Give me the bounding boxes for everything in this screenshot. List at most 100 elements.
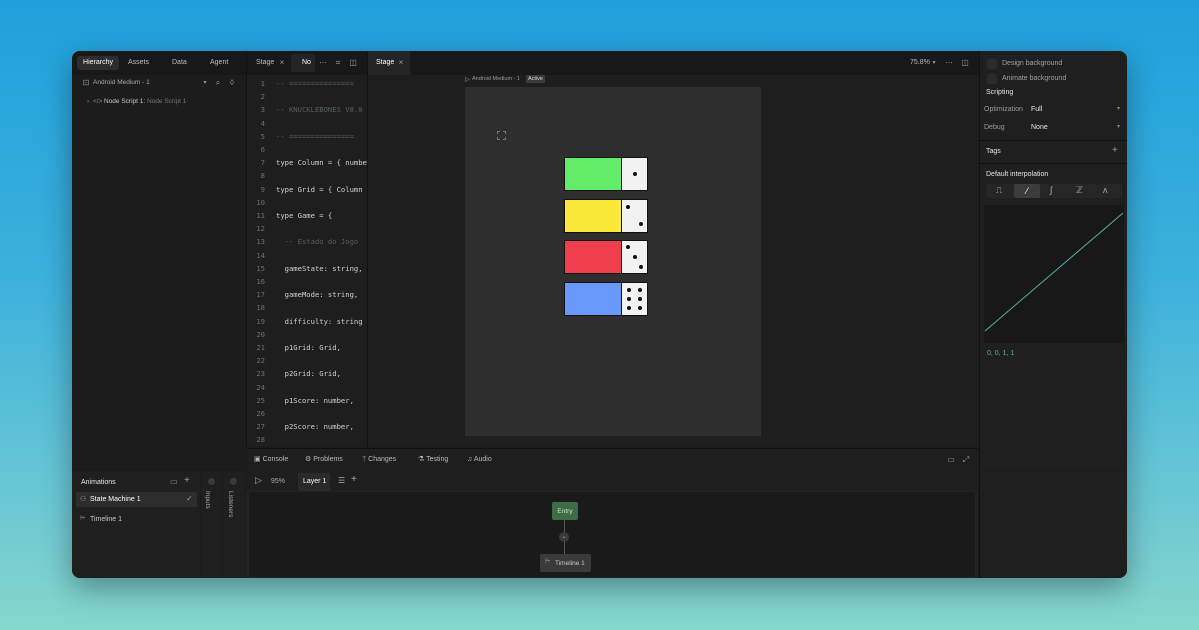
animate-background-row[interactable]: Animate background [987, 73, 1127, 85]
more-icon[interactable]: ⋯ [318, 58, 328, 68]
die-face [621, 282, 647, 315]
split-view-icon[interactable]: ◫ [348, 58, 358, 68]
cubic-interp-icon[interactable]: ∫ [1050, 185, 1052, 195]
line-text: -- Estado do Jogo [276, 237, 359, 247]
code-line: 25 p1Score: number, [247, 396, 367, 409]
animate-background-label: Animate background [1002, 75, 1067, 82]
add-icon[interactable]: + [184, 475, 190, 486]
code-line: 27 p2Score: number, [247, 422, 367, 435]
curve-editor[interactable] [984, 205, 1124, 343]
zoom-level[interactable]: 75.8% [910, 59, 930, 66]
artboard[interactable] [465, 87, 761, 436]
artboard-row[interactable]: ⊡ Android Medium - 1 ▾ ⌕ ◊ [72, 76, 246, 90]
line-number: 13 [256, 237, 265, 247]
add-tag-icon[interactable]: + [1112, 145, 1118, 156]
domino-card[interactable] [564, 157, 648, 191]
divider [980, 163, 1127, 164]
list-item-timeline[interactable]: ⌲ Timeline 1 [76, 513, 197, 527]
line-number: 1 [260, 79, 265, 88]
transition-arrow-icon[interactable]: ⌄ [559, 532, 569, 542]
optimization-select[interactable]: Full ▾ [1030, 104, 1122, 116]
tab-data[interactable]: Data [172, 51, 187, 75]
line-number: 6 [260, 145, 265, 154]
domino-card[interactable] [564, 198, 648, 233]
tab-node-script[interactable]: No [291, 54, 315, 72]
list-item-state-machine[interactable]: ⚇ State Machine 1 ✓ [76, 492, 197, 507]
die-pip [626, 204, 630, 209]
die-pip [639, 265, 643, 269]
close-icon[interactable]: × [396, 58, 406, 68]
collapse-icon[interactable] [208, 478, 215, 485]
tab-layer-1[interactable]: Layer 1 [298, 473, 330, 491]
folder-icon[interactable]: ▭ [170, 477, 178, 486]
domino-card[interactable] [564, 240, 648, 274]
line-number: 12 [256, 224, 265, 234]
listeners-panel[interactable]: Listeners [223, 471, 245, 578]
tag-icon[interactable]: ◊ [227, 78, 237, 88]
linear-interp-icon[interactable]: ⁄ [1014, 184, 1040, 198]
tab-agent[interactable]: Agent [210, 51, 228, 75]
timeline-node-icon: ⌲ [545, 558, 551, 565]
code-line: 3 -- KNUCKLEBONES V8.0 [247, 105, 367, 118]
tab-stage[interactable]: Stage × [368, 51, 410, 75]
tab-audio[interactable]: ♫ Audio [467, 449, 492, 471]
domino-card[interactable] [564, 281, 648, 316]
tab-changes[interactable]: ᛘ Changes [362, 449, 396, 471]
line-text: p1Grid: Grid, [276, 343, 341, 352]
design-background-row[interactable]: Design background [987, 58, 1127, 70]
tab-hierarchy[interactable]: Hierarchy [77, 56, 119, 70]
add-layer-icon[interactable]: + [351, 474, 357, 485]
tab-testing[interactable]: ⚗ Testing [418, 449, 448, 471]
tab-console[interactable]: ▣ Console [254, 449, 288, 471]
hold-interp-icon[interactable]: ⎍ [996, 185, 1002, 196]
line-number: 19 [256, 316, 265, 326]
stage-tab-bar: Stage × 75.8% ▾ ⋯ ◫ [368, 51, 979, 75]
code-editor[interactable]: 1 -- =============== 2 3 -- KNUCKLEBONES V8.… [247, 79, 367, 447]
inputs-panel[interactable]: Inputs [201, 471, 222, 578]
expand-icon[interactable]: ⤢ [961, 455, 971, 465]
code-line: 10 [247, 198, 367, 211]
code-line: 26 [247, 409, 367, 422]
elastic-interp-icon[interactable]: ℤ [1076, 185, 1083, 196]
timeline-node[interactable]: ⌲ Timeline 1 [540, 554, 591, 572]
line-number: 11 [256, 211, 265, 220]
more-icon[interactable]: ⋯ [944, 58, 954, 68]
layers-menu-icon[interactable]: ☰ [338, 476, 345, 485]
search-icon[interactable]: ⌕ [213, 78, 223, 88]
close-icon[interactable]: × [277, 58, 287, 68]
code-line: 13 -- Estado do Jogo [247, 237, 367, 250]
tab-node-script-label: No [302, 59, 311, 66]
collapse-icon[interactable] [230, 478, 237, 485]
code-line: 14 [247, 251, 367, 264]
state-machine-editor: ▷ 95% Layer 1 ☰ + Entry ⌄ ⌲ Timeline 1 [246, 471, 978, 578]
debug-select[interactable]: None ▾ [1030, 122, 1122, 134]
graph-zoom[interactable]: 95% [271, 478, 285, 485]
timeline-node-label: Timeline 1 [555, 560, 585, 567]
interpolation-buttons: ⎍ ⁄ ∫ ℤ ʌ [986, 184, 1122, 198]
tab-problems[interactable]: ⚙ Problems [305, 449, 343, 471]
audio-icon: ♫ [467, 456, 474, 463]
die-pip [627, 296, 631, 301]
play-icon[interactable]: ▷ [465, 76, 470, 83]
chevron-down-icon[interactable]: ▾ [929, 58, 939, 68]
checkbox[interactable] [987, 59, 997, 69]
bounce-interp-icon[interactable]: ʌ [1103, 185, 1108, 195]
graph-canvas[interactable]: Entry ⌄ ⌲ Timeline 1 [249, 492, 975, 577]
hierarchy-panel: Hierarchy Assets Data Agent ⊡ Android Me… [72, 51, 246, 469]
artboard-icon: ⊡ [82, 78, 90, 87]
entry-node[interactable]: Entry [552, 502, 578, 520]
code-line: 6 [247, 145, 367, 158]
code-tab-bar: Stage × No ⋯ ⌗ ◫ [247, 51, 367, 75]
checkbox[interactable] [987, 74, 997, 84]
right-bottom-panel [979, 471, 1127, 578]
tab-stage-code[interactable]: Stage [256, 51, 274, 75]
tree-item-node-script[interactable]: › </> Node Script 1: Node Script 1 [72, 96, 246, 108]
grid-icon[interactable]: ⌗ [333, 58, 343, 68]
die-face [621, 158, 647, 190]
play-icon[interactable]: ▷ [255, 475, 262, 486]
chevron-down-icon[interactable]: ▾ [200, 78, 210, 88]
line-text: p2Score: number, [276, 422, 354, 432]
split-view-icon[interactable]: ◫ [960, 58, 970, 68]
panel-icon[interactable]: ▭ [946, 455, 956, 465]
tab-assets[interactable]: Assets [128, 51, 149, 75]
